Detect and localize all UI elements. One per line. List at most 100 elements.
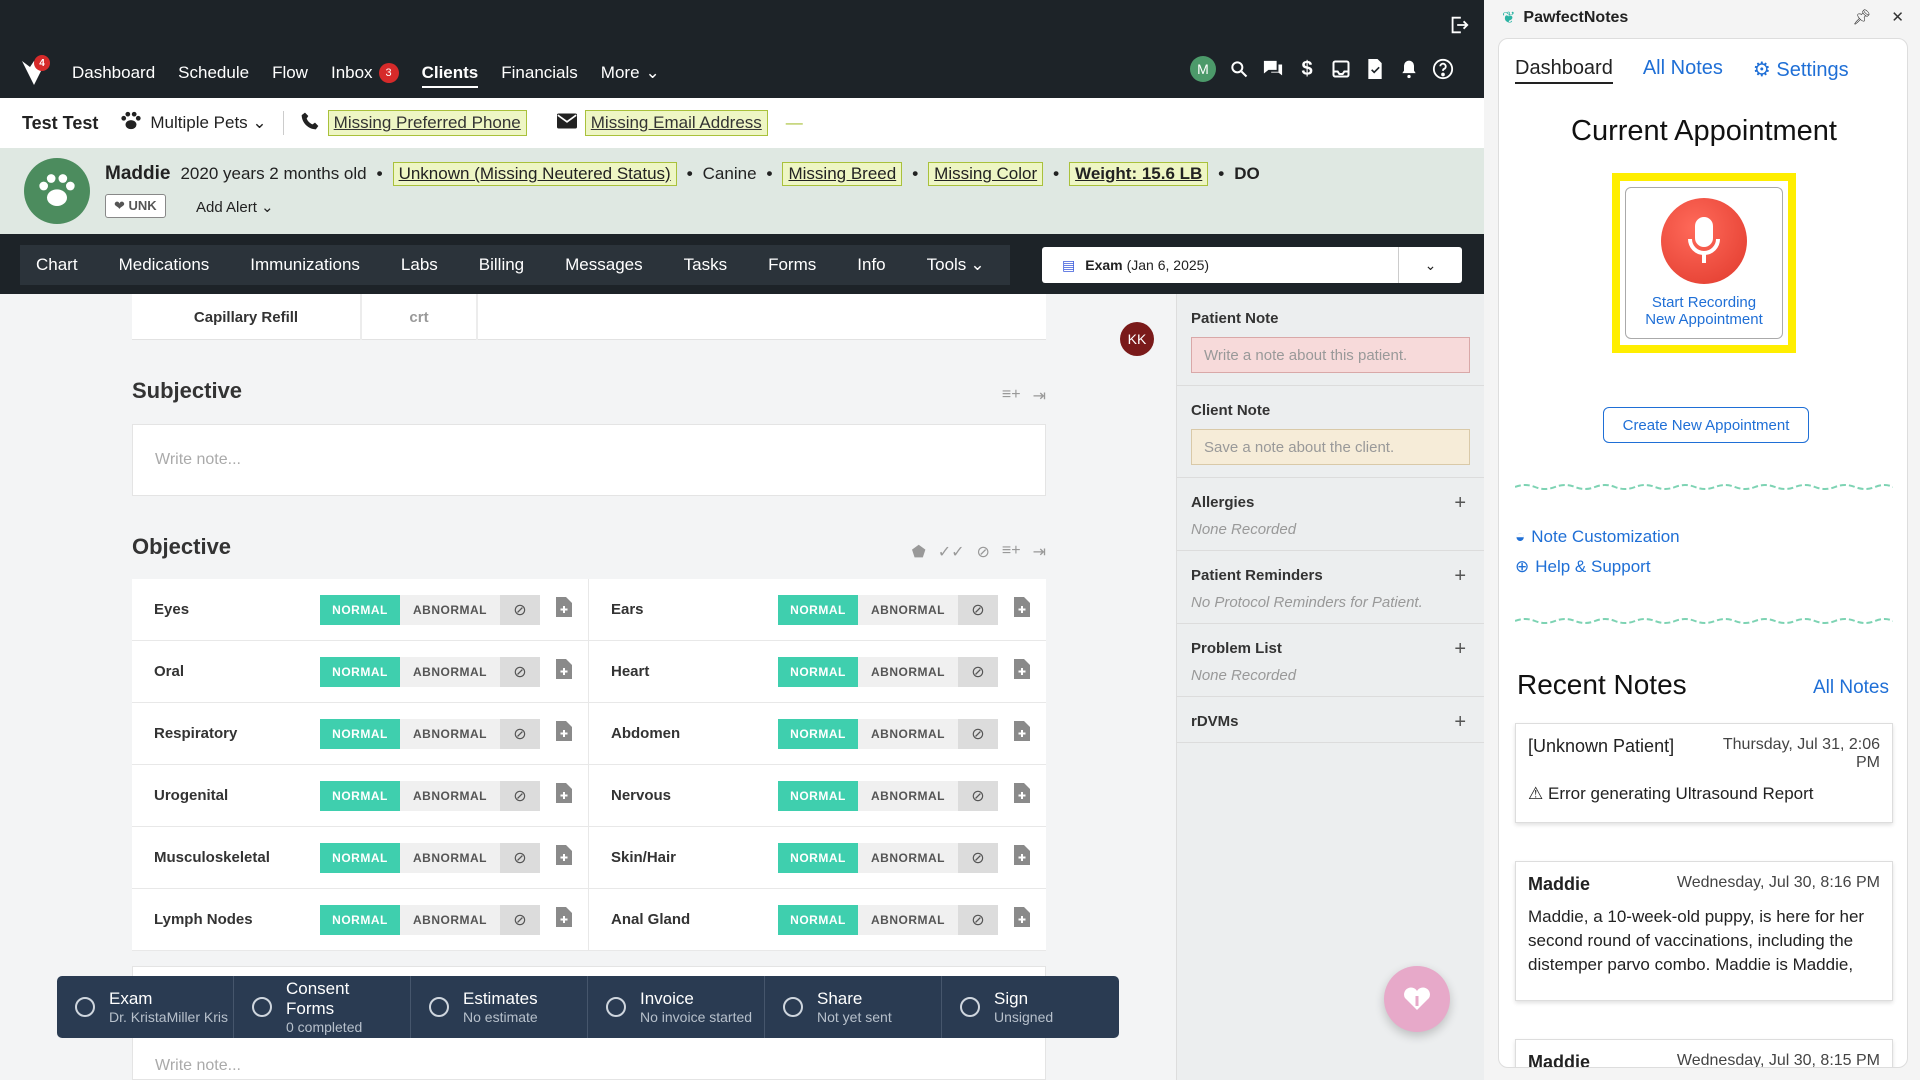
eye-off-icon[interactable]: ⊘: [958, 656, 998, 687]
inbox-tray-icon[interactable]: [1330, 58, 1352, 80]
status-share[interactable]: Share Not yet sent: [765, 976, 942, 1038]
abnormal-button[interactable]: ABNORMAL: [858, 656, 958, 687]
create-appointment-button[interactable]: Create New Appointment: [1603, 407, 1809, 443]
double-check-icon[interactable]: ✓✓: [938, 542, 965, 562]
nav-schedule[interactable]: Schedule: [178, 63, 249, 83]
abnormal-button[interactable]: ABNORMAL: [858, 842, 958, 873]
status-exam[interactable]: Exam Dr. KristaMiller Kris: [57, 976, 234, 1038]
eye-off-icon[interactable]: ⊘: [500, 904, 540, 935]
abnormal-button[interactable]: ABNORMAL: [400, 780, 500, 811]
eye-off-icon[interactable]: ⊘: [958, 842, 998, 873]
nav-financials[interactable]: Financials: [501, 63, 578, 83]
tab-all-notes[interactable]: All Notes: [1643, 57, 1723, 84]
nav-inbox[interactable]: Inbox 3: [331, 63, 399, 83]
collapse-arrow-icon[interactable]: ⇥: [1033, 542, 1046, 562]
add-document-icon[interactable]: [1014, 597, 1030, 622]
tab-forms[interactable]: Forms: [768, 255, 816, 275]
normal-button[interactable]: NORMAL: [778, 718, 858, 749]
chat-icon[interactable]: [1262, 58, 1284, 80]
patient-name[interactable]: Maddie: [105, 163, 170, 185]
document-check-icon[interactable]: [1364, 58, 1386, 80]
missing-email-link[interactable]: Missing Email Address: [584, 110, 768, 136]
tab-dashboard[interactable]: Dashboard: [1515, 57, 1613, 84]
tab-tools[interactable]: Tools ⌄: [927, 255, 985, 275]
status-sign[interactable]: Sign Unsigned: [942, 976, 1119, 1038]
add-document-icon[interactable]: [1014, 907, 1030, 932]
status-invoice[interactable]: Invoice No invoice started: [588, 976, 765, 1038]
note-card[interactable]: Maddie Wednesday, Jul 30, 8:15 PM: [1515, 1039, 1893, 1067]
normal-button[interactable]: NORMAL: [778, 842, 858, 873]
crt-input[interactable]: crt: [362, 294, 478, 340]
eye-off-icon[interactable]: ⊘: [958, 780, 998, 811]
user-avatar[interactable]: M: [1190, 56, 1216, 82]
pet-avatar[interactable]: [24, 158, 90, 224]
user-avatar-kk[interactable]: KK: [1120, 322, 1154, 356]
add-document-icon[interactable]: [556, 783, 572, 808]
add-problem-icon[interactable]: +: [1454, 638, 1466, 661]
client-name[interactable]: Test Test: [22, 113, 98, 134]
help-icon[interactable]: [1432, 58, 1454, 80]
add-document-icon[interactable]: [1014, 783, 1030, 808]
abnormal-button[interactable]: ABNORMAL: [858, 904, 958, 935]
unk-badge[interactable]: ❤ UNK: [105, 194, 166, 218]
client-note-input[interactable]: Save a note about the client.: [1191, 429, 1470, 465]
neuter-status-link[interactable]: Unknown (Missing Neutered Status): [392, 162, 677, 186]
help-support-link[interactable]: ⊕ Help & Support: [1515, 557, 1651, 577]
nav-flow[interactable]: Flow: [272, 63, 308, 83]
add-document-icon[interactable]: [556, 845, 572, 870]
nav-dashboard[interactable]: Dashboard: [72, 63, 155, 83]
missing-phone-link[interactable]: Missing Preferred Phone: [327, 110, 527, 136]
pawfect-fab-button[interactable]: [1384, 966, 1450, 1032]
add-document-icon[interactable]: [556, 721, 572, 746]
abnormal-button[interactable]: ABNORMAL: [400, 842, 500, 873]
add-document-icon[interactable]: [556, 907, 572, 932]
add-list-icon[interactable]: ≡+: [1002, 386, 1021, 406]
abnormal-button[interactable]: ABNORMAL: [858, 718, 958, 749]
add-document-icon[interactable]: [556, 597, 572, 622]
add-alert-dropdown[interactable]: Add Alert ⌄: [196, 198, 274, 216]
subjective-note-input[interactable]: Write note...: [132, 424, 1046, 496]
normal-button[interactable]: NORMAL: [320, 594, 400, 625]
note-card[interactable]: [Unknown Patient] Thursday, Jul 31, 2:06…: [1515, 723, 1893, 823]
abnormal-button[interactable]: ABNORMAL: [400, 656, 500, 687]
eye-off-icon[interactable]: ⊘: [977, 542, 990, 562]
eye-off-icon[interactable]: ⊘: [958, 904, 998, 935]
eye-off-icon[interactable]: ⊘: [958, 718, 998, 749]
status-consent-forms[interactable]: Consent Forms 0 completed: [234, 976, 411, 1038]
recent-all-notes-link[interactable]: All Notes: [1813, 677, 1889, 699]
abnormal-button[interactable]: ABNORMAL: [400, 718, 500, 749]
tab-info[interactable]: Info: [857, 255, 885, 275]
patient-note-input[interactable]: Write a note about this patient.: [1191, 337, 1470, 373]
add-rdvm-icon[interactable]: +: [1454, 711, 1466, 734]
pets-dropdown[interactable]: Multiple Pets ⌄: [150, 113, 266, 133]
eye-off-icon[interactable]: ⊘: [500, 780, 540, 811]
eye-off-icon[interactable]: ⊘: [500, 594, 540, 625]
normal-button[interactable]: NORMAL: [320, 904, 400, 935]
bell-icon[interactable]: [1398, 58, 1420, 80]
start-recording-button[interactable]: Start Recording New Appointment: [1625, 187, 1783, 339]
tab-labs[interactable]: Labs: [401, 255, 438, 275]
nav-clients[interactable]: Clients: [421, 63, 479, 88]
normal-button[interactable]: NORMAL: [778, 594, 858, 625]
search-icon[interactable]: [1228, 58, 1250, 80]
weight-link[interactable]: Weight: 15.6 LB: [1069, 162, 1209, 186]
add-reminder-icon[interactable]: +: [1454, 565, 1466, 588]
breed-link[interactable]: Missing Breed: [782, 162, 903, 186]
eye-off-icon[interactable]: ⊘: [500, 718, 540, 749]
add-document-icon[interactable]: [1014, 845, 1030, 870]
collapse-arrow-icon[interactable]: ⇥: [1033, 386, 1046, 406]
dollar-icon[interactable]: $: [1296, 58, 1318, 80]
app-logo[interactable]: 4: [18, 55, 58, 89]
normal-button[interactable]: NORMAL: [778, 780, 858, 811]
tab-chart[interactable]: Chart: [36, 255, 78, 275]
tab-messages[interactable]: Messages: [565, 255, 642, 275]
abnormal-button[interactable]: ABNORMAL: [400, 904, 500, 935]
logout-icon[interactable]: [1448, 14, 1470, 41]
pin-icon[interactable]: 📌︎: [1852, 8, 1871, 26]
eye-off-icon[interactable]: ⊘: [500, 842, 540, 873]
note-customization-link[interactable]: ◒ Note Customization: [1515, 527, 1680, 547]
note-card[interactable]: Maddie Wednesday, Jul 30, 8:16 PM Maddie…: [1515, 861, 1893, 1001]
exam-select[interactable]: ▤ Exam (Jan 6, 2025) ⌄: [1042, 247, 1462, 283]
normal-button[interactable]: NORMAL: [320, 780, 400, 811]
chevron-down-icon[interactable]: ⌄: [1398, 247, 1462, 283]
